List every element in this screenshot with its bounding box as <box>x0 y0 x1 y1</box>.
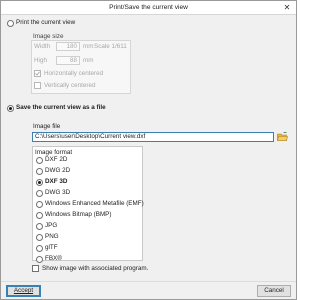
save-view-radio[interactable] <box>7 105 14 112</box>
footer-divider <box>1 281 296 282</box>
format-label-gltf[interactable]: glTF <box>45 244 58 251</box>
title-bar: Print/Save the current view ✕ <box>1 1 296 15</box>
accept-button[interactable]: Accept <box>6 285 41 297</box>
width-label: Width <box>34 43 51 50</box>
format-radio-dwg-3d[interactable] <box>36 190 43 197</box>
file-path-input[interactable]: C:\Users\user\Desktop\Current view.dxf <box>32 132 274 142</box>
format-radio-png[interactable] <box>36 234 43 241</box>
format-label-dwg-2d[interactable]: DWG 2D <box>45 167 70 174</box>
close-icon[interactable]: ✕ <box>281 3 293 13</box>
format-radio-dwg-2d[interactable] <box>36 168 43 175</box>
scale-label: Scale 1/611 <box>94 43 127 50</box>
show-image-checkbox[interactable] <box>32 265 39 272</box>
print-view-label[interactable]: Print the current view <box>16 19 75 26</box>
format-label-dwg-3d[interactable]: DWG 3D <box>45 189 70 196</box>
format-label-dxf-2d[interactable]: DXF 2D <box>45 156 67 163</box>
width-unit: mm <box>83 43 94 50</box>
check-icon <box>35 71 40 76</box>
horizontally-centered-label: Horizontally centered <box>44 70 104 77</box>
print-view-radio[interactable] <box>7 20 14 27</box>
format-label-dxf-3d[interactable]: DXF 3D <box>45 178 67 185</box>
width-field[interactable]: 180 <box>56 42 80 51</box>
format-label-png[interactable]: PNG <box>45 233 59 240</box>
format-radio-dxf-2d[interactable] <box>36 157 43 164</box>
cancel-button-label: Cancel <box>264 287 284 294</box>
print-save-dialog: Print/Save the current view ✕ Print the … <box>0 0 297 300</box>
format-radio-dxf-3d[interactable] <box>36 179 43 186</box>
format-radio-emf[interactable] <box>36 201 43 208</box>
high-unit: mm <box>83 57 94 64</box>
high-field[interactable]: 88 <box>56 56 80 65</box>
horizontally-centered-checkbox[interactable] <box>34 70 41 77</box>
accept-button-label: Accept <box>13 287 34 294</box>
format-label-jpg[interactable]: JPG <box>45 222 57 229</box>
cancel-button[interactable]: Cancel <box>257 285 291 297</box>
show-image-label[interactable]: Show image with associated program. <box>42 265 148 272</box>
format-radio-fbx[interactable] <box>36 256 43 263</box>
vertically-centered-label: Vertically centered <box>44 82 96 89</box>
format-radio-jpg[interactable] <box>36 223 43 230</box>
format-radio-gltf[interactable] <box>36 245 43 252</box>
high-label: High <box>34 57 47 64</box>
format-label-bmp[interactable]: Windows Bitmap (BMP) <box>45 211 111 218</box>
vertically-centered-checkbox[interactable] <box>34 82 41 89</box>
dialog-title: Print/Save the current view <box>109 4 188 11</box>
image-file-title: Image file <box>33 123 61 130</box>
format-radio-bmp[interactable] <box>36 212 43 219</box>
format-label-fbx[interactable]: FBX® <box>45 255 62 262</box>
image-size-title: Image size <box>33 33 64 40</box>
image-format-title: Image format <box>35 149 73 156</box>
format-label-emf[interactable]: Windows Enhanced Metafile (EMF) <box>45 200 144 207</box>
save-view-label[interactable]: Save the current view as a file <box>16 104 106 111</box>
image-size-panel: Width 180 mm Scale 1/611 High 88 mm Hori… <box>31 40 131 94</box>
folder-open-icon[interactable] <box>277 132 288 142</box>
